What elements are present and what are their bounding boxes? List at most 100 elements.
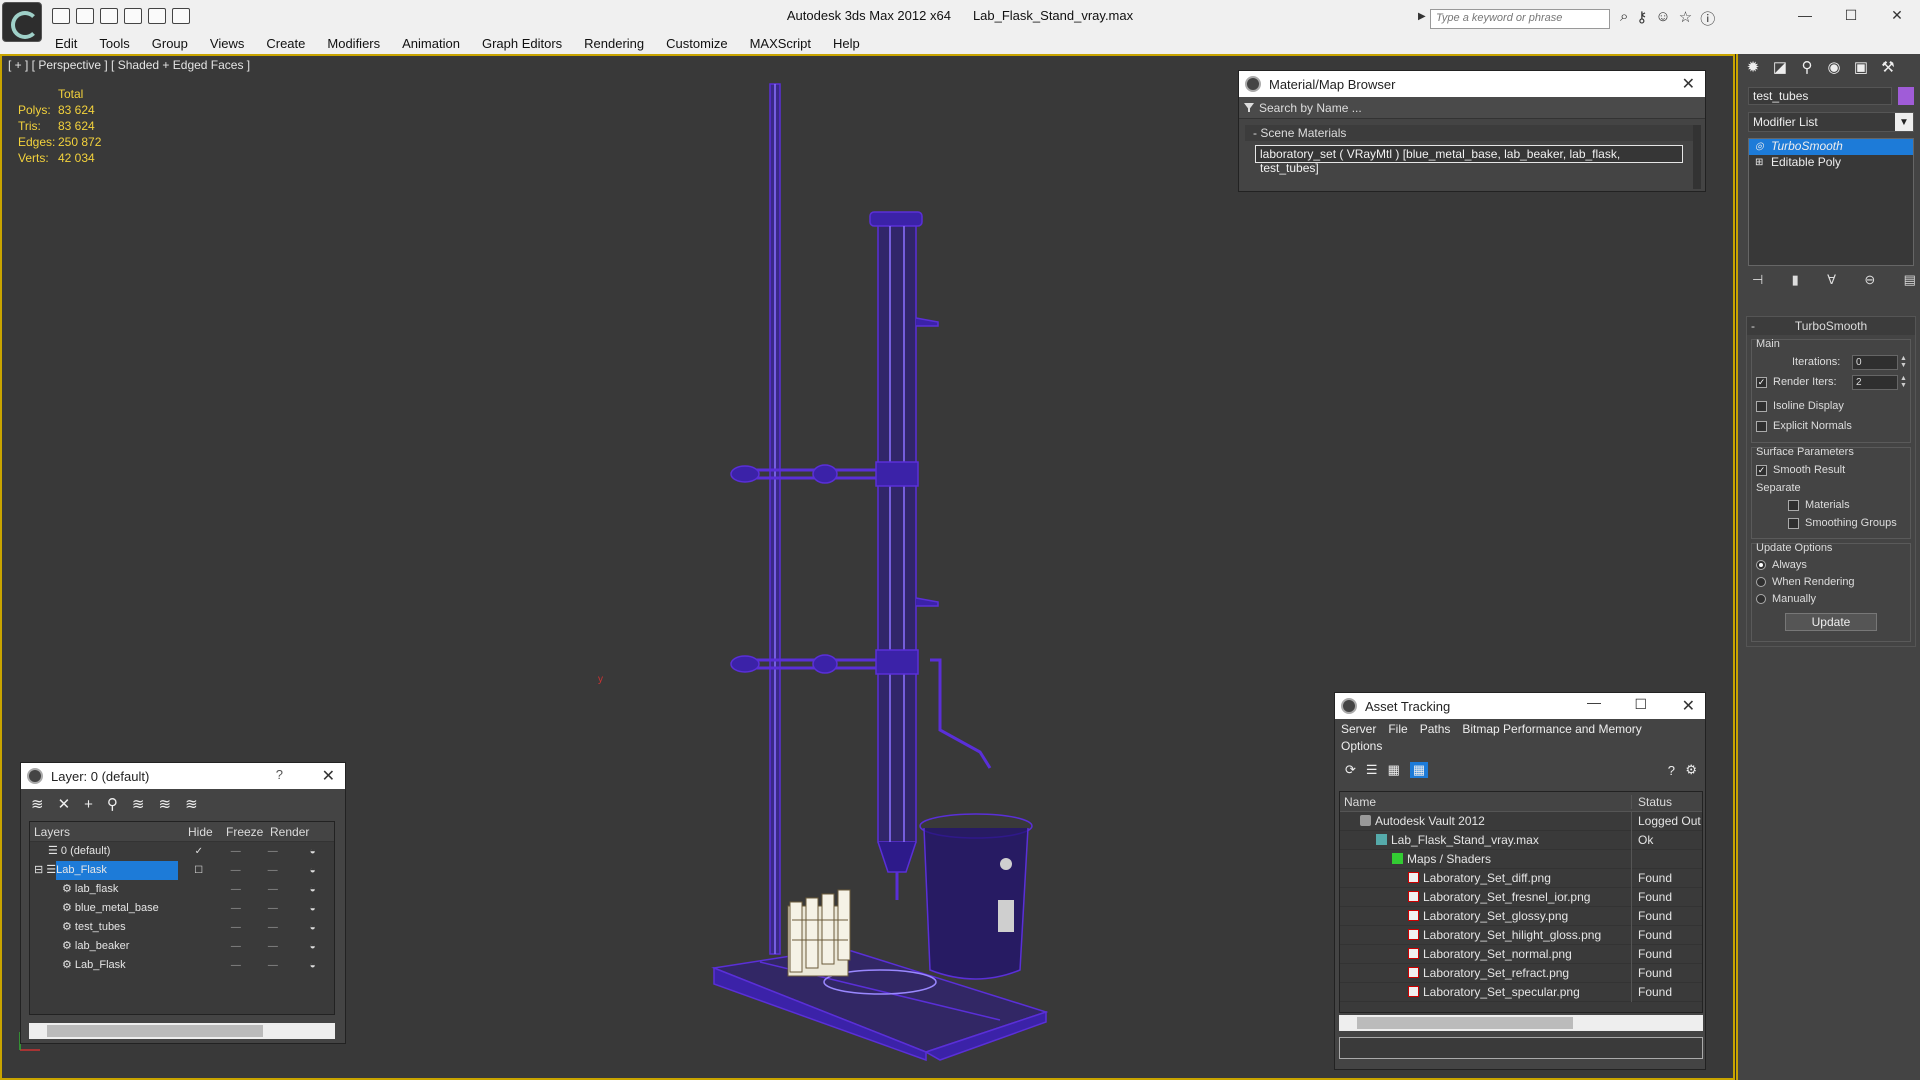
object-name-field[interactable]: test_tubes [1748, 87, 1892, 105]
render-teapot-icon[interactable]: ◒ [291, 846, 334, 857]
select-objects-icon[interactable]: ⚲ [107, 795, 118, 813]
asset-row[interactable]: Laboratory_Set_diff.png Found [1340, 868, 1702, 888]
active-layer-check-icon[interactable]: ✓ [180, 846, 217, 857]
expand-icon[interactable]: ⊞ [1755, 157, 1763, 168]
close-icon[interactable]: ✕ [1874, 0, 1920, 30]
key-icon[interactable]: ⚷ [1636, 8, 1647, 29]
render-iters-checkbox[interactable]: ✓ [1756, 376, 1767, 388]
help-icon[interactable]: ⓘ [1700, 8, 1715, 29]
layer-horizontal-scrollbar[interactable] [29, 1023, 335, 1039]
hide-all-icon[interactable]: ≋ [159, 795, 172, 813]
settings-icon[interactable]: ⚙ [1685, 762, 1697, 778]
render-iters-spinner[interactable]: 2 [1852, 374, 1898, 390]
material-search-row[interactable]: Search by Name ... [1239, 97, 1705, 119]
smoothing-groups-checkbox[interactable] [1788, 517, 1799, 529]
material-browser-scrollbar[interactable] [1693, 125, 1701, 189]
layer-row[interactable]: ⊟ ☰Lab_Flask ☐ — — ◒ [30, 861, 334, 880]
layer-row[interactable]: ⚙ Lab_Flask — — ◒ [30, 956, 334, 975]
minimize-icon[interactable]: — [1782, 0, 1828, 30]
when-rendering-radio[interactable] [1756, 576, 1766, 587]
asset-row[interactable]: Laboratory_Set_specular.png Found [1340, 982, 1702, 1002]
motion-tab-icon[interactable]: ◉ [1825, 58, 1843, 76]
thumbnail-view-icon[interactable]: ▦ [1388, 762, 1400, 778]
menu-views[interactable]: Views [199, 34, 255, 54]
remove-modifier-icon[interactable]: ⊖ [1864, 272, 1875, 288]
people-icon[interactable]: ☺ [1655, 8, 1670, 29]
maximize-icon[interactable]: ☐ [1634, 696, 1647, 713]
scrollbar-thumb[interactable] [1357, 1017, 1573, 1029]
binoculars-icon[interactable]: ⌕ [1620, 8, 1628, 29]
menu-edit[interactable]: Edit [44, 34, 88, 54]
pin-stack-icon[interactable]: ⊣ [1752, 272, 1763, 288]
freeze-toggle[interactable]: — [254, 903, 291, 914]
render-teapot-icon[interactable]: ◒ [291, 941, 334, 952]
table-view-icon[interactable]: ▦ [1409, 762, 1429, 778]
always-radio[interactable] [1756, 559, 1766, 570]
filter-icon[interactable] [1244, 103, 1254, 112]
menu-graph-editors[interactable]: Graph Editors [471, 34, 573, 54]
menu-options[interactable]: Options [1335, 739, 1705, 757]
menu-modifiers[interactable]: Modifiers [316, 34, 391, 54]
layer-manager-titlebar[interactable]: Layer: 0 (default) ? ✕ [21, 763, 345, 789]
asset-row[interactable]: Maps / Shaders [1340, 849, 1702, 869]
material-search-input[interactable]: Search by Name ... [1259, 101, 1362, 115]
chevron-down-icon[interactable]: ▼ [1895, 113, 1913, 131]
col-layers[interactable]: Layers [30, 825, 184, 839]
menu-group[interactable]: Group [141, 34, 199, 54]
modify-tab-icon[interactable]: ◪ [1771, 58, 1789, 76]
set-current-layer-box[interactable]: ☐ [180, 865, 217, 876]
smooth-result-checkbox[interactable]: ✓ [1756, 464, 1767, 476]
application-button[interactable] [2, 2, 42, 42]
menu-create[interactable]: Create [255, 34, 316, 54]
hierarchy-tab-icon[interactable]: ⚲ [1798, 58, 1816, 76]
menu-animation[interactable]: Animation [391, 34, 471, 54]
spinner-arrows-icon[interactable]: ▲ ▼ [1900, 375, 1907, 389]
infocenter-search-input[interactable]: Type a keyword or phrase [1430, 9, 1610, 29]
lightbulb-icon[interactable]: ◎ [1755, 141, 1764, 152]
menu-file[interactable]: File [1388, 722, 1407, 736]
make-unique-icon[interactable]: ∀ [1827, 272, 1836, 288]
explicit-normals-checkbox[interactable] [1756, 420, 1767, 432]
materials-checkbox[interactable] [1788, 499, 1799, 511]
collapse-icon[interactable]: ⊟ [34, 864, 43, 876]
refresh-icon[interactable]: ⟳ [1345, 762, 1356, 778]
hide-toggle[interactable]: — [217, 941, 254, 952]
render-teapot-icon[interactable]: ◒ [291, 903, 334, 914]
menu-bitmap-performance[interactable]: Bitmap Performance and Memory [1462, 722, 1641, 736]
configure-sets-icon[interactable]: ▤ [1904, 272, 1916, 288]
isoline-checkbox[interactable] [1756, 400, 1767, 412]
menu-maxscript[interactable]: MAXScript [739, 34, 822, 54]
close-icon[interactable]: ✕ [1682, 74, 1695, 94]
freeze-toggle[interactable]: — [254, 941, 291, 952]
render-teapot-icon[interactable]: ◒ [291, 922, 334, 933]
layer-row[interactable]: ⚙ lab_flask — — ◒ [30, 880, 334, 899]
freeze-toggle[interactable]: — [254, 865, 291, 876]
freeze-toggle[interactable]: — [254, 960, 291, 971]
asset-row[interactable]: Laboratory_Set_fresnel_ior.png Found [1340, 887, 1702, 907]
object-color-swatch[interactable] [1898, 87, 1914, 105]
utilities-tab-icon[interactable]: ⚒ [1879, 58, 1897, 76]
menu-server[interactable]: Server [1341, 722, 1376, 736]
add-to-layer-icon[interactable]: + [84, 796, 93, 813]
close-icon[interactable]: ✕ [1682, 696, 1695, 716]
render-teapot-icon[interactable]: ◒ [291, 960, 334, 971]
star-icon[interactable]: ☆ [1679, 8, 1692, 29]
asset-row[interactable]: Lab_Flask_Stand_vray.max Ok [1340, 830, 1702, 850]
col-freeze[interactable]: Freeze [222, 825, 266, 839]
viewport-label[interactable]: [ + ] [ Perspective ] [ Shaded + Edged F… [8, 58, 250, 72]
layer-row[interactable]: ⚙ test_tubes — — ◒ [30, 918, 334, 937]
col-render[interactable]: Render [266, 825, 310, 839]
asset-path-field[interactable] [1339, 1037, 1703, 1059]
list-view-icon[interactable]: ☰ [1366, 762, 1378, 778]
asset-horizontal-scrollbar[interactable] [1339, 1015, 1703, 1031]
spinner-arrows-icon[interactable]: ▲ ▼ [1900, 355, 1907, 369]
asset-row[interactable]: Laboratory_Set_hilight_gloss.png Found [1340, 925, 1702, 945]
col-hide[interactable]: Hide [184, 825, 222, 839]
help-icon[interactable]: ? [1668, 763, 1675, 778]
highlight-layer-icon[interactable]: ≋ [132, 795, 145, 813]
delete-layer-icon[interactable]: ✕ [58, 795, 71, 813]
hide-toggle[interactable]: — [217, 960, 254, 971]
render-teapot-icon[interactable]: ◒ [291, 865, 334, 876]
help-icon[interactable]: ? [276, 767, 283, 782]
hide-toggle[interactable]: — [217, 903, 254, 914]
